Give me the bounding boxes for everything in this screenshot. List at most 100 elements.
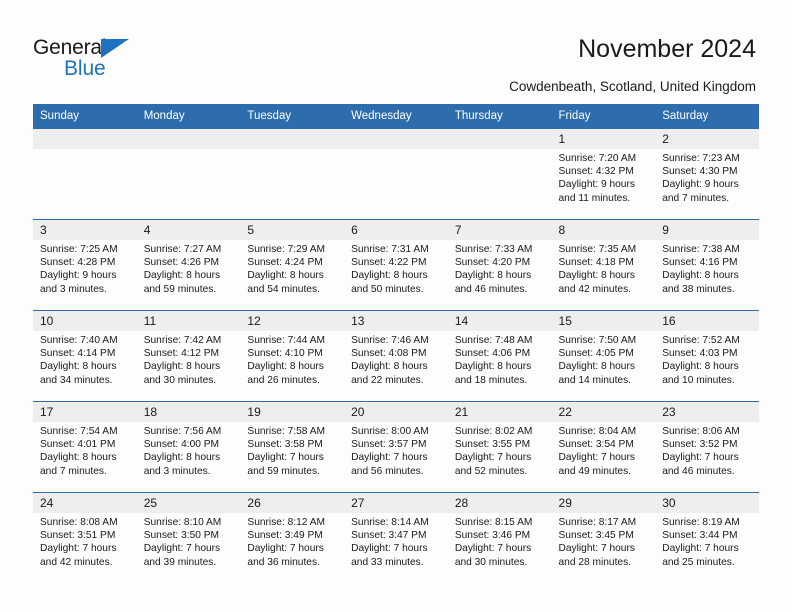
- day-detail-line: Daylight: 7 hours: [40, 543, 117, 555]
- day-number: 2: [655, 129, 759, 149]
- day-detail-line: Sunset: 4:10 PM: [247, 348, 323, 360]
- day-detail-line: Daylight: 7 hours: [351, 452, 428, 464]
- calendar-day-cell[interactable]: 5 Sunrise: 7:29 AM Sunset: 4:24 PM Daylight…: [240, 219, 345, 311]
- weekday-header-thursday: Thursday: [447, 104, 552, 129]
- day-detail-line: and 56 minutes.: [351, 465, 424, 477]
- day-detail-line: Sunset: 4:16 PM: [662, 257, 738, 269]
- day-detail-line: Sunset: 4:01 PM: [40, 439, 116, 451]
- calendar-day-cell[interactable]: 14 Sunrise: 7:48 AM Sunset: 4:06 PM Dayligh…: [447, 310, 552, 402]
- day-detail-line: Sunset: 3:47 PM: [351, 530, 427, 542]
- day-detail-line: and 11 minutes.: [558, 192, 631, 204]
- day-details: Sunrise: 8:02 AM Sunset: 3:55 PM Daylight:…: [448, 422, 552, 478]
- day-detail-line: Sunset: 3:57 PM: [351, 439, 427, 451]
- calendar-day-cell[interactable]: 27 Sunrise: 8:14 AM Sunset: 3:47 PM Dayligh…: [344, 492, 448, 583]
- calendar-day-cell[interactable]: 15 Sunrise: 7:50 AM Sunset: 4:05 PM Dayligh…: [551, 310, 656, 402]
- day-detail-line: and 54 minutes.: [247, 283, 320, 295]
- day-number: [33, 129, 137, 149]
- day-detail-line: Sunrise: 8:06 AM: [662, 426, 740, 437]
- logo-triangle-icon: [101, 39, 129, 58]
- day-number: 18: [136, 402, 241, 422]
- day-detail-line: Sunrise: 8:10 AM: [143, 517, 222, 528]
- day-detail-line: and 25 minutes.: [662, 556, 735, 568]
- calendar-day-cell[interactable]: 25 Sunrise: 8:10 AM Sunset: 3:50 PM Dayligh…: [136, 492, 241, 583]
- calendar-day-cell[interactable]: 30 Sunrise: 8:19 AM Sunset: 3:44 PM Dayligh…: [655, 492, 759, 583]
- calendar-week-row: 24 Sunrise: 8:08 AM Sunset: 3:51 PM Dayligh…: [33, 492, 759, 583]
- day-detail-line: Sunrise: 7:48 AM: [454, 335, 533, 346]
- calendar-week-row: 1 Sunrise: 7:20 AM Sunset: 4:32 PM Daylight…: [33, 128, 759, 220]
- day-number: 26: [240, 493, 345, 513]
- logo-text-blue: Blue: [64, 57, 106, 80]
- day-detail-line: Daylight: 8 hours: [247, 361, 324, 373]
- day-detail-line: Daylight: 8 hours: [558, 270, 635, 282]
- day-number: 14: [447, 311, 552, 331]
- calendar-day-cell[interactable]: 12 Sunrise: 7:44 AM Sunset: 4:10 PM Dayligh…: [240, 310, 345, 402]
- calendar-body: 1 Sunrise: 7:20 AM Sunset: 4:32 PM Daylight…: [33, 128, 759, 583]
- day-number: 11: [136, 311, 241, 331]
- calendar-day-cell[interactable]: 8 Sunrise: 7:35 AM Sunset: 4:18 PM Daylight…: [551, 219, 656, 311]
- day-detail-line: and 26 minutes.: [247, 374, 320, 386]
- day-details: Sunrise: 7:20 AM Sunset: 4:32 PM Daylight:…: [552, 149, 656, 205]
- day-details: Sunrise: 8:06 AM Sunset: 3:52 PM Daylight:…: [655, 422, 759, 478]
- calendar-day-cell[interactable]: 2 Sunrise: 7:23 AM Sunset: 4:30 PM Daylight…: [655, 128, 759, 220]
- day-detail-line: and 50 minutes.: [351, 283, 424, 295]
- calendar-day-cell[interactable]: 11 Sunrise: 7:42 AM Sunset: 4:12 PM Dayligh…: [136, 310, 241, 402]
- day-number: 23: [655, 402, 759, 422]
- day-details: Sunrise: 8:08 AM Sunset: 3:51 PM Daylight:…: [33, 513, 137, 569]
- calendar-day-cell[interactable]: 29 Sunrise: 8:17 AM Sunset: 3:45 PM Dayligh…: [551, 492, 656, 583]
- day-detail-line: and 18 minutes.: [454, 374, 528, 386]
- calendar-day-cell[interactable]: 22 Sunrise: 8:04 AM Sunset: 3:54 PM Dayligh…: [551, 401, 656, 493]
- calendar-day-cell[interactable]: 7 Sunrise: 7:33 AM Sunset: 4:20 PM Daylight…: [447, 219, 552, 311]
- day-number: [447, 129, 552, 149]
- generalblue-logo[interactable]: General Blue: [33, 36, 163, 84]
- day-number: 20: [344, 402, 448, 422]
- day-details: Sunrise: 7:29 AM Sunset: 4:24 PM Daylight:…: [240, 240, 344, 296]
- day-detail-line: Sunset: 3:52 PM: [662, 439, 738, 451]
- calendar-day-cell[interactable]: 20 Sunrise: 8:00 AM Sunset: 3:57 PM Dayligh…: [344, 401, 448, 493]
- calendar-day-cell[interactable]: 1 Sunrise: 7:20 AM Sunset: 4:32 PM Daylight…: [551, 128, 656, 220]
- page-title: November 2024: [578, 35, 756, 63]
- calendar-day-cell[interactable]: 28 Sunrise: 8:15 AM Sunset: 3:46 PM Dayligh…: [447, 492, 552, 583]
- day-details: [137, 149, 241, 152]
- day-details: Sunrise: 8:17 AM Sunset: 3:45 PM Daylight:…: [552, 513, 656, 569]
- day-number: 28: [447, 493, 552, 513]
- day-details: Sunrise: 7:27 AM Sunset: 4:26 PM Daylight:…: [137, 240, 241, 296]
- calendar-day-cell[interactable]: 4 Sunrise: 7:27 AM Sunset: 4:26 PM Daylight…: [136, 219, 241, 311]
- calendar-day-cell[interactable]: 9 Sunrise: 7:38 AM Sunset: 4:16 PM Daylight…: [655, 219, 759, 311]
- calendar-day-cell[interactable]: 19 Sunrise: 7:58 AM Sunset: 3:58 PM Dayligh…: [240, 401, 345, 493]
- calendar-day-cell[interactable]: 26 Sunrise: 8:12 AM Sunset: 3:49 PM Dayligh…: [240, 492, 345, 583]
- day-detail-line: Sunset: 4:30 PM: [662, 166, 738, 178]
- calendar-day-cell[interactable]: 18 Sunrise: 7:56 AM Sunset: 4:00 PM Dayligh…: [136, 401, 241, 493]
- day-number: 6: [344, 220, 448, 240]
- day-detail-line: Sunset: 4:14 PM: [40, 348, 116, 360]
- day-detail-line: and 30 minutes.: [454, 556, 528, 568]
- day-detail-line: Sunrise: 7:50 AM: [558, 335, 637, 346]
- calendar-day-cell[interactable]: 13 Sunrise: 7:46 AM Sunset: 4:08 PM Dayligh…: [344, 310, 448, 402]
- day-number: 13: [344, 311, 448, 331]
- day-details: Sunrise: 7:56 AM Sunset: 4:00 PM Daylight:…: [137, 422, 241, 478]
- day-details: Sunrise: 8:00 AM Sunset: 3:57 PM Daylight:…: [344, 422, 448, 478]
- page-header: General Blue November 2024 Cowdenbeath, …: [0, 0, 792, 100]
- day-number: 4: [136, 220, 241, 240]
- calendar-day-cell[interactable]: 6 Sunrise: 7:31 AM Sunset: 4:22 PM Daylight…: [344, 219, 448, 311]
- calendar-day-cell[interactable]: 10 Sunrise: 7:40 AM Sunset: 4:14 PM Dayligh…: [33, 310, 137, 402]
- calendar-day-cell[interactable]: 3 Sunrise: 7:25 AM Sunset: 4:28 PM Daylight…: [33, 219, 137, 311]
- calendar-day-cell[interactable]: 17 Sunrise: 7:54 AM Sunset: 4:01 PM Dayligh…: [33, 401, 137, 493]
- day-detail-line: Sunrise: 7:46 AM: [351, 335, 429, 346]
- day-details: Sunrise: 8:14 AM Sunset: 3:47 PM Daylight:…: [344, 513, 448, 569]
- day-detail-line: Daylight: 7 hours: [454, 452, 532, 464]
- day-details: Sunrise: 7:35 AM Sunset: 4:18 PM Daylight:…: [552, 240, 656, 296]
- day-detail-line: Sunset: 3:54 PM: [558, 439, 634, 451]
- calendar-day-cell[interactable]: 16 Sunrise: 7:52 AM Sunset: 4:03 PM Dayligh…: [655, 310, 759, 402]
- calendar-day-cell[interactable]: 24 Sunrise: 8:08 AM Sunset: 3:51 PM Dayligh…: [33, 492, 137, 583]
- calendar-day-cell[interactable]: 21 Sunrise: 8:02 AM Sunset: 3:55 PM Dayligh…: [447, 401, 552, 493]
- weekday-header-wednesday: Wednesday: [344, 104, 448, 129]
- calendar-day-cell[interactable]: 23 Sunrise: 8:06 AM Sunset: 3:52 PM Dayligh…: [655, 401, 759, 493]
- day-detail-line: Sunset: 4:28 PM: [40, 257, 116, 269]
- day-detail-line: Sunset: 4:18 PM: [558, 257, 634, 269]
- day-detail-line: and 10 minutes.: [662, 374, 735, 386]
- day-number: 17: [33, 402, 137, 422]
- day-detail-line: Sunset: 4:26 PM: [143, 257, 220, 269]
- day-detail-line: Sunrise: 8:00 AM: [351, 426, 429, 437]
- day-detail-line: and 3 minutes.: [143, 465, 211, 477]
- day-detail-line: and 46 minutes.: [454, 283, 528, 295]
